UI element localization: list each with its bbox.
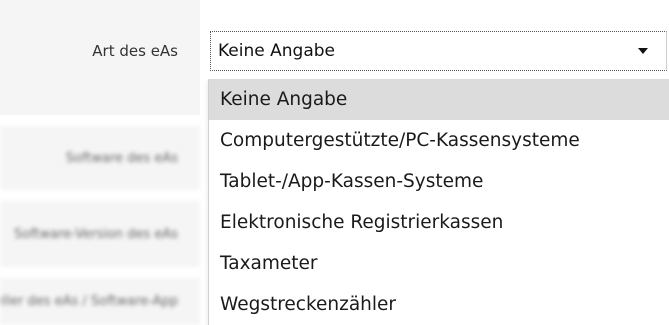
hersteller-label: Hersteller des eAs / Software-App bbox=[0, 278, 200, 325]
chevron-down-icon[interactable] bbox=[638, 48, 648, 54]
option-wegstreckenzaehler[interactable]: Wegstreckenzähler bbox=[209, 284, 669, 325]
art-des-eas-select[interactable]: Keine Angabe bbox=[210, 31, 667, 71]
art-des-eas-label: Art des eAs bbox=[0, 0, 200, 115]
option-keine-angabe[interactable]: Keine Angabe bbox=[209, 79, 669, 120]
art-des-eas-dropdown-list: Keine Angabe Computergestützte/PC-Kassen… bbox=[208, 79, 669, 325]
option-tablet-app-kassen-systeme[interactable]: Tablet-/App-Kassen-Systeme bbox=[209, 161, 669, 202]
option-computergestuetzte-pc-kassensysteme[interactable]: Computergestützte/PC-Kassensysteme bbox=[209, 120, 669, 161]
select-current-value: Keine Angabe bbox=[218, 41, 335, 61]
option-taxameter[interactable]: Taxameter bbox=[209, 243, 669, 284]
software-version-label: Software-Version des eAs bbox=[0, 201, 200, 267]
software-label: Software des eAs bbox=[0, 126, 200, 190]
label-column: Art des eAs Software des eAs Software-Ve… bbox=[0, 0, 200, 325]
option-elektronische-registrierkassen[interactable]: Elektronische Registrierkassen bbox=[209, 202, 669, 243]
form-page: Art des eAs Software des eAs Software-Ve… bbox=[0, 0, 669, 325]
